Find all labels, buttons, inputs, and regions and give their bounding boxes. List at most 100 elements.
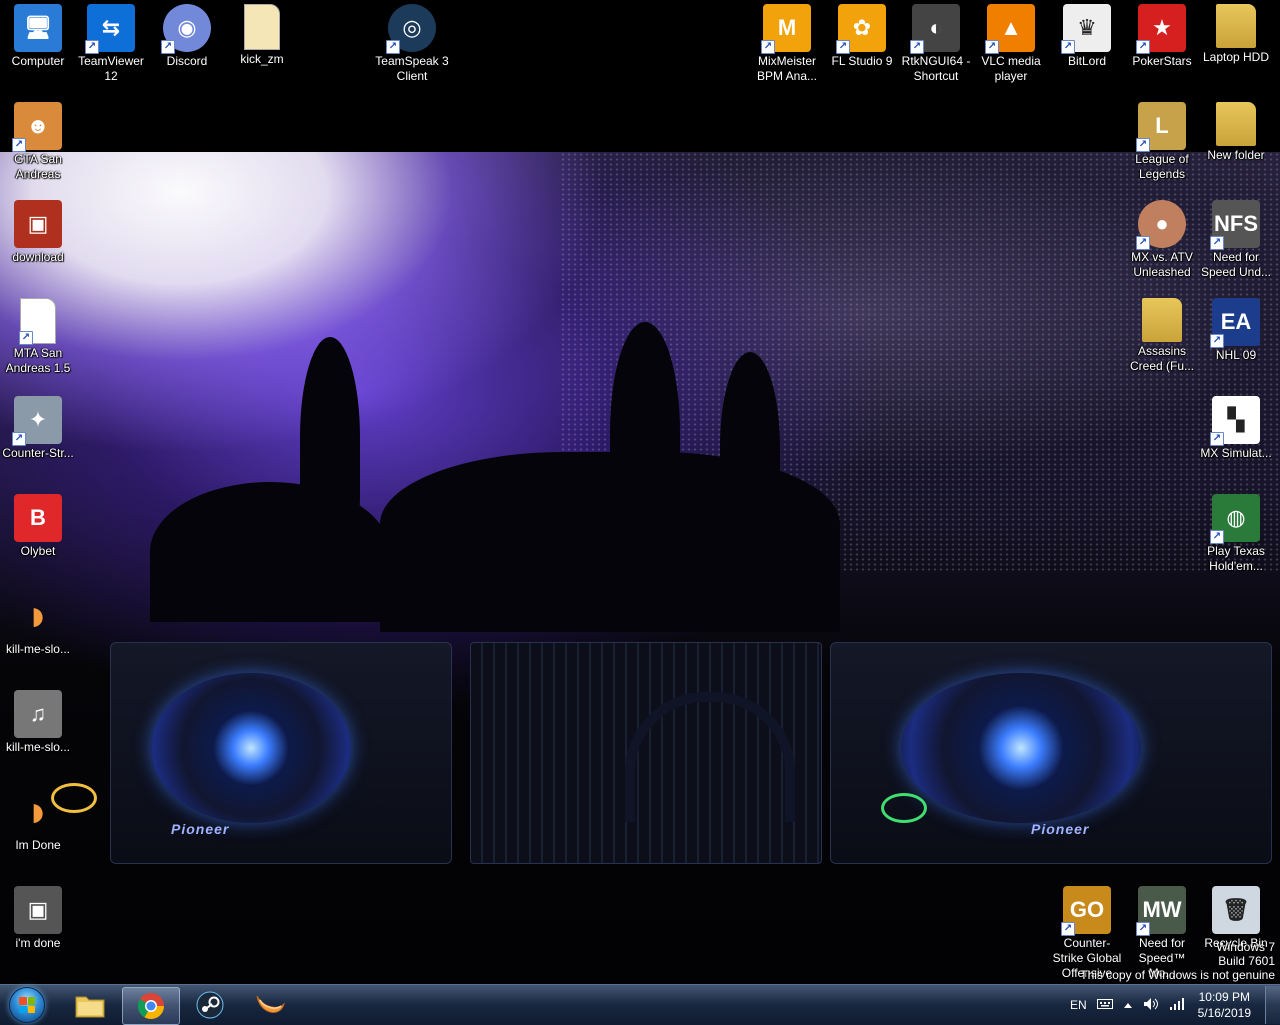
flstudio-icon: ✿ ↗	[836, 4, 886, 54]
league-icon: L ↗	[1136, 102, 1186, 152]
desktop-icon-label: Assasins Creed (Fu...	[1129, 344, 1195, 373]
desktop-icon-mx-simulat[interactable]: ▚ ↗ MX Simulat...	[1198, 392, 1274, 461]
wallpaper-silhouette	[380, 452, 840, 632]
desktop-icon-nhl09[interactable]: EA ↗ NHL 09	[1198, 294, 1274, 363]
shortcut-arrow-icon: ↗	[85, 40, 99, 54]
desktop-icon-olybet[interactable]: B Olybet	[0, 490, 76, 559]
desktop-icon-label: kill-me-slo...	[5, 642, 70, 656]
up-arrow-icon[interactable]	[1123, 998, 1133, 1012]
desktop-icon-label: TeamViewer 12	[78, 54, 144, 83]
teamviewer-icon: ⇆ ↗	[85, 4, 135, 54]
chrome-icon	[137, 993, 165, 1020]
desktop-icon-computer[interactable]: 🖥 Computer	[0, 0, 76, 69]
desktop-icon-teamviewer[interactable]: ⇆ ↗ TeamViewer 12	[73, 0, 149, 84]
bitlord-icon: ♛ ↗	[1061, 4, 1111, 54]
desktop-icon-kill-me-1[interactable]: ◗ kill-me-slo...	[0, 588, 76, 657]
image-icon: ▣	[14, 886, 62, 934]
taskbar-clementine[interactable]	[242, 987, 298, 1023]
shortcut-arrow-icon: ↗	[12, 432, 26, 446]
desktop[interactable]: Pioneer Pioneer 🖥 Computer ⇆ ↗ TeamViewer 12…	[0, 0, 1280, 984]
taskbar-chrome[interactable]	[122, 987, 180, 1025]
shortcut-arrow-icon: ↗	[761, 40, 775, 54]
nhl-icon: EA ↗	[1210, 298, 1260, 348]
shortcut-arrow-icon: ↗	[910, 40, 924, 54]
shortcut-arrow-icon: ↗	[1136, 138, 1150, 152]
desktop-icon-label: Discord	[166, 54, 208, 68]
desktop-icon-mixmeister[interactable]: M ↗ MixMeister BPM Ana...	[749, 0, 825, 84]
taskbar[interactable]: EN 10:09 PM 5/16/2019	[0, 984, 1280, 1025]
keyboard-icon[interactable]	[1096, 998, 1113, 1013]
document-icon: ↗	[19, 298, 56, 345]
desktop-icon-i-m-done[interactable]: ▣ i'm done	[0, 882, 76, 951]
shortcut-arrow-icon: ↗	[1136, 40, 1150, 54]
desktop-icon-download[interactable]: ▣ download	[0, 196, 76, 265]
clementine-icon: ◗	[24, 591, 52, 640]
desktop-icon-label: Play Texas Hold'em...	[1207, 544, 1265, 573]
desktop-icon-nfs-und[interactable]: NFS ↗ Need for Speed Und...	[1198, 196, 1274, 280]
genuine-watermark: Windows 7 Build 7601 This copy of Window…	[1080, 940, 1275, 982]
nfs-mw-icon: MW ↗	[1136, 886, 1186, 936]
desktop-icon-mta-sa[interactable]: ↗ MTA San Andreas 1.5	[0, 294, 76, 376]
vlc-icon: ▲ ↗	[985, 4, 1035, 54]
wallpaper-deck-right: Pioneer	[830, 642, 1272, 864]
desktop-icon-kick-zm[interactable]: kick_zm	[224, 0, 300, 67]
gta-icon: ☻ ↗	[12, 102, 62, 152]
desktop-icon-rtkngui[interactable]: ◐ ↗ RtkNGUI64 - Shortcut	[898, 0, 974, 84]
desktop-icon-kill-me-2[interactable]: ♫ kill-me-slo...	[0, 686, 76, 755]
desktop-icon-counter-strike[interactable]: ✦ ↗ Counter-Str...	[0, 392, 76, 461]
folder-icon	[75, 996, 105, 1018]
desktop-icon-gta-sa[interactable]: ☻ ↗ GTA San Andreas	[0, 98, 76, 182]
desktop-icon-label: NHL 09	[1215, 348, 1257, 362]
watermark-os: Windows 7	[1216, 940, 1275, 954]
album-art-icon: ♫	[14, 690, 62, 738]
desktop-icon-label: BitLord	[1067, 54, 1107, 68]
csgo-icon: GO ↗	[1061, 886, 1111, 936]
wallpaper-silhouette	[150, 482, 390, 622]
folder-icon	[1142, 298, 1182, 342]
desktop-icon-label: MX Simulat...	[1200, 446, 1272, 460]
desktop-icon-league[interactable]: L ↗ League of Legends	[1124, 98, 1200, 182]
poker-chips-icon: ◍ ↗	[1210, 494, 1260, 544]
shortcut-arrow-icon: ↗	[1210, 334, 1224, 348]
desktop-icon-pokerstars[interactable]: ★ ↗ PokerStars	[1124, 0, 1200, 69]
speaker-icon[interactable]	[1143, 997, 1159, 1014]
language-indicator[interactable]: EN	[1070, 998, 1087, 1012]
desktop-icon-texas-holdem[interactable]: ◍ ↗ Play Texas Hold'em...	[1198, 490, 1274, 574]
desktop-icon-teamspeak[interactable]: ◎ ↗ TeamSpeak 3 Client	[374, 0, 450, 84]
desktop-icon-discord[interactable]: ◉ ↗ Discord	[149, 0, 225, 69]
clock-time: 10:09 PM	[1198, 990, 1250, 1004]
clementine-icon	[256, 995, 286, 1013]
taskbar-clock[interactable]: 10:09 PM 5/16/2019	[1198, 989, 1251, 1021]
olybet-icon: B	[14, 494, 62, 542]
desktop-icon-im-done[interactable]: ◗ Im Done	[0, 784, 76, 853]
system-tray: EN 10:09 PM 5/16/2019	[1065, 985, 1280, 1025]
desktop-icon-new-folder[interactable]: New folder	[1198, 98, 1274, 163]
recycle-bin-icon: 🗑	[1212, 886, 1260, 934]
shortcut-arrow-icon: ↗	[19, 331, 33, 345]
shortcut-arrow-icon: ↗	[1061, 922, 1075, 936]
signal-bars-icon[interactable]	[1169, 997, 1185, 1014]
desktop-icon-label: TeamSpeak 3 Client	[375, 54, 449, 83]
desktop-icon-label: PokerStars	[1132, 54, 1192, 68]
desktop-icon-label: Computer	[11, 54, 65, 68]
desktop-icon-vlc[interactable]: ▲ ↗ VLC media player	[973, 0, 1049, 84]
shortcut-arrow-icon: ↗	[161, 40, 175, 54]
desktop-icon-label: Laptop HDD	[1202, 50, 1270, 64]
clock-date: 5/16/2019	[1197, 1006, 1251, 1020]
desktop-icon-label: Im Done	[15, 838, 61, 852]
desktop-icon-assasins[interactable]: Assasins Creed (Fu...	[1124, 294, 1200, 374]
desktop-icon-laptop-hdd[interactable]: Laptop HDD	[1198, 0, 1274, 65]
desktop-icon-mx-atv[interactable]: ● ↗ MX vs. ATV Unleashed	[1124, 196, 1200, 280]
show-desktop-button[interactable]	[1265, 986, 1280, 1024]
folder-icon	[1216, 4, 1256, 48]
taskbar-explorer[interactable]	[62, 987, 118, 1023]
desktop-icon-label: MX vs. ATV Unleashed	[1131, 250, 1193, 279]
image-icon: ▣	[14, 200, 62, 248]
mixmeister-icon: M ↗	[761, 4, 811, 54]
document-icon	[244, 4, 280, 50]
shortcut-arrow-icon: ↗	[985, 40, 999, 54]
desktop-icon-bitlord[interactable]: ♛ ↗ BitLord	[1049, 0, 1125, 69]
start-button[interactable]	[4, 986, 50, 1024]
taskbar-steam[interactable]	[182, 987, 238, 1023]
desktop-icon-flstudio[interactable]: ✿ ↗ FL Studio 9	[824, 0, 900, 69]
